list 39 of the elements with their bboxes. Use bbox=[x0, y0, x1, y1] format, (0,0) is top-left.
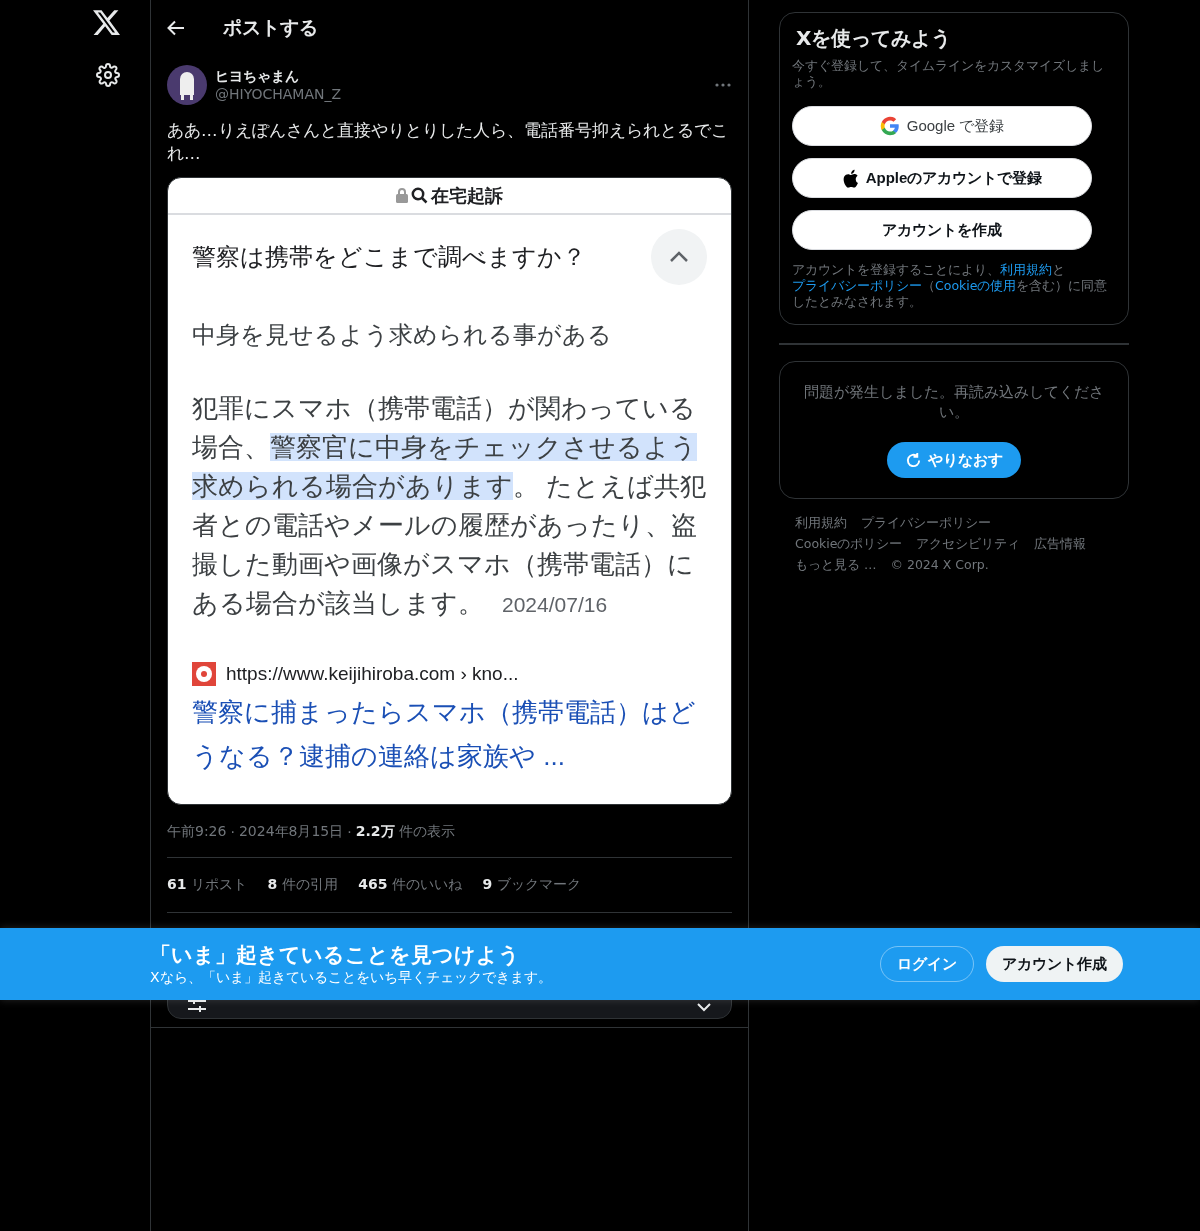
stat-link[interactable]: 9 ブックマーク bbox=[482, 876, 582, 894]
post-text: ああ…りえぽんさんと直接やりとりした人ら、電話番号抑えられとるでこれ… bbox=[167, 120, 729, 165]
card-subtitle: 今すぐ登録して、タイムラインをカスタマイズしましょう。 bbox=[792, 58, 1105, 90]
answer-heading: 中身を見せるよう求められる事がある bbox=[192, 320, 613, 350]
answer-paragraph: 犯罪にスマホ（携帯電話）が関わっている場合、警察官に中身をチェックさせるよう求められる場合があります。 たとえば共犯者との電話やメールの履歴があったり、盗撮した動画や画像がスマホ（携帯電話）にある場合が該当します。 2024/07/16 bbox=[192, 393, 707, 619]
post-time[interactable]: 午前9:26 bbox=[167, 823, 227, 841]
terms-link[interactable]: プライバシーポリシー bbox=[792, 278, 922, 293]
separator-dot: · bbox=[347, 824, 352, 840]
question-text: 警察は携帯をどこまで調べますか？ bbox=[192, 242, 586, 272]
stat-link[interactable]: 465 件のいいね bbox=[358, 876, 463, 894]
banner-subtitle: Xなら、「いま」起きていることをいち早くチェックできます。 bbox=[150, 969, 553, 987]
stat-link[interactable]: 8 件の引用 bbox=[267, 876, 339, 894]
footer-link[interactable]: もっと見る … bbox=[795, 557, 877, 574]
signup-button[interactable]: Appleのアカウントで登録 bbox=[792, 158, 1092, 198]
footer-link[interactable]: 利用規約 bbox=[795, 515, 847, 532]
author-name[interactable]: ヒヨちゃまん bbox=[215, 68, 706, 86]
footer-link[interactable]: 広告情報 bbox=[1034, 536, 1087, 553]
terms-text: アカウントを登録することにより、利用規約 と プライバシーポリシー（Cookieの使用を含む）に同意したとみなされます。 bbox=[792, 262, 1109, 310]
stat-link[interactable]: 61 リポスト bbox=[167, 876, 248, 894]
footer-link[interactable]: © 2024 X Corp. bbox=[890, 557, 989, 574]
footer-link[interactable]: アクセシビリティ bbox=[916, 536, 1021, 553]
terms-link[interactable]: Cookieの使用 bbox=[935, 278, 1017, 293]
author-handle[interactable]: @HIYOCHAMAN_Z bbox=[215, 86, 706, 102]
footer-link[interactable]: Cookieのポリシー bbox=[795, 536, 903, 553]
view-count: 2.2万 件の表示 bbox=[355, 823, 455, 841]
error-message: 問題が発生しました。再読み込みしてください。 bbox=[803, 383, 1105, 422]
banner-title: 「いま」起きていることを見つけよう bbox=[150, 942, 521, 969]
create-account-button[interactable]: アカウント作成 bbox=[986, 946, 1123, 982]
footer-link[interactable]: プライバシーポリシー bbox=[861, 515, 991, 532]
terms-link[interactable]: 利用規約 bbox=[1000, 262, 1052, 277]
result-title-link: 警察に捕まったらスマホ（携帯電話）はどうなる？逮捕の連絡は家族や ... bbox=[192, 696, 697, 773]
card-title: Xを使ってみよう bbox=[796, 25, 953, 52]
signup-button[interactable]: Google で登録 bbox=[792, 106, 1092, 146]
signup-button[interactable]: アカウントを作成 bbox=[792, 210, 1092, 250]
post-date[interactable]: 2024年8月15日 bbox=[238, 823, 344, 841]
separator-dot: · bbox=[230, 824, 235, 840]
search-query: 在宅起訴 bbox=[431, 184, 503, 208]
result-url: https://www.keijihiroba.com › kno... bbox=[226, 663, 519, 685]
page-title: ポストする bbox=[223, 14, 318, 40]
